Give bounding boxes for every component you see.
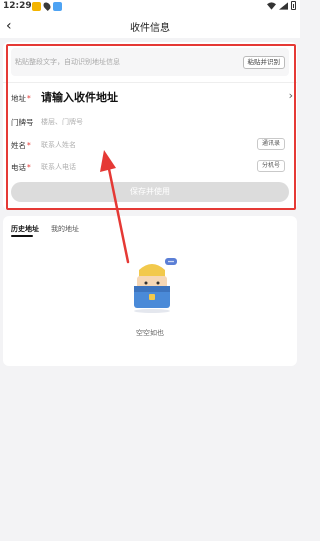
phone-label: 电话* bbox=[11, 163, 31, 172]
door-number-input[interactable]: 楼层、门牌号 bbox=[41, 117, 83, 127]
address-row[interactable]: 地址* 请输入收件地址 › bbox=[11, 88, 293, 108]
active-tab-indicator bbox=[11, 235, 33, 237]
status-system-icons bbox=[267, 1, 296, 10]
address-form-card: 粘贴整段文字，自动识别地址信息 粘贴并识别 地址* 请输入收件地址 › 门牌号 … bbox=[3, 42, 297, 210]
extension-button[interactable]: 分机号 bbox=[256, 160, 285, 172]
location-icon bbox=[42, 1, 52, 11]
address-tabs-panel: 历史地址 我的地址 空空如也 bbox=[3, 216, 297, 366]
paste-recognize-button[interactable]: 粘贴并识别 bbox=[242, 56, 285, 69]
paste-input[interactable]: 粘贴整段文字，自动识别地址信息 bbox=[15, 57, 120, 67]
door-number-label: 门牌号 bbox=[11, 118, 34, 127]
tab-history-address[interactable]: 历史地址 bbox=[11, 224, 39, 234]
phone-input[interactable]: 联系人电话 bbox=[41, 162, 76, 172]
empty-mascot-icon bbox=[134, 258, 177, 313]
notification-app-icon bbox=[32, 2, 41, 11]
address-input[interactable]: 请输入收件地址 bbox=[41, 89, 118, 105]
status-notification-icons bbox=[32, 1, 62, 11]
battery-icon bbox=[291, 1, 296, 10]
chevron-right-icon[interactable]: › bbox=[289, 89, 293, 102]
wifi-icon bbox=[267, 1, 276, 10]
notification-app-icon-2 bbox=[53, 2, 62, 11]
tab-my-address[interactable]: 我的地址 bbox=[51, 224, 79, 234]
door-number-row[interactable]: 门牌号 楼层、门牌号 bbox=[11, 115, 291, 129]
name-row[interactable]: 姓名* 联系人姓名 通讯录 bbox=[11, 138, 291, 152]
page-title: 收件信息 bbox=[130, 23, 170, 34]
name-input[interactable]: 联系人姓名 bbox=[41, 140, 76, 150]
status-time: 12:29 bbox=[3, 1, 32, 11]
navigation-bar: ‹ 收件信息 bbox=[0, 14, 300, 38]
divider bbox=[3, 82, 297, 83]
contacts-button[interactable]: 通讯录 bbox=[256, 138, 285, 150]
phone-row[interactable]: 电话* 联系人电话 分机号 bbox=[11, 160, 291, 174]
save-and-use-button[interactable]: 保存并使用 bbox=[11, 182, 289, 202]
address-label: 地址* bbox=[11, 94, 31, 103]
signal-icon bbox=[279, 1, 288, 10]
paste-recognize-box[interactable]: 粘贴整段文字，自动识别地址信息 粘贴并识别 bbox=[11, 48, 289, 76]
empty-state-text: 空空如也 bbox=[136, 329, 164, 337]
name-label: 姓名* bbox=[11, 141, 31, 150]
status-bar: 12:29 bbox=[0, 0, 300, 14]
